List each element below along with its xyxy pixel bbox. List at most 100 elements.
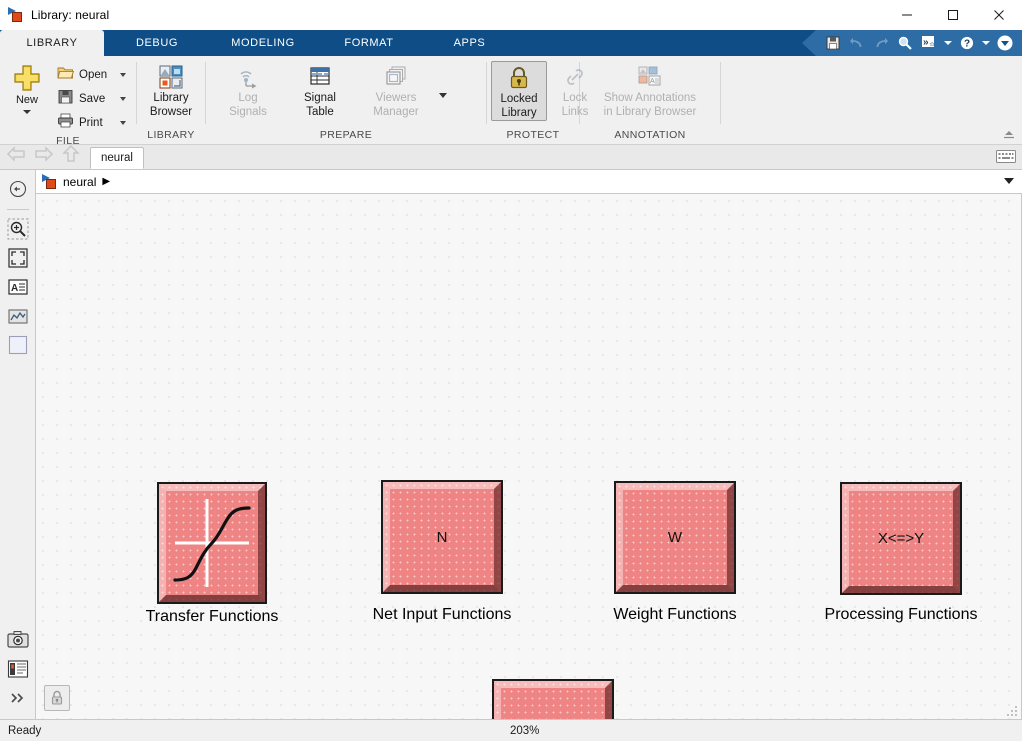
undo-icon (846, 32, 868, 54)
canvas-resize-grip[interactable] (1006, 704, 1018, 716)
search-icon[interactable] (894, 32, 916, 54)
block-control-systems[interactable]: Control Control Systems (492, 679, 614, 719)
show-annotations-label-2: in Library Browser (604, 105, 697, 119)
show-annotations-button: A Show Annotations in Library Browser (585, 61, 715, 119)
report-icon[interactable] (5, 656, 31, 682)
block-inner-label-net-input: N (437, 529, 448, 546)
block-net-input-functions[interactable]: N Net Input Functions (381, 480, 503, 594)
viewers-manager-button: Viewers Manager (356, 61, 436, 119)
tab-format[interactable]: FORMAT (316, 30, 422, 56)
tab-modeling[interactable]: MODELING (210, 30, 316, 56)
annotations-icon: A (635, 63, 665, 91)
tab-library[interactable]: LIBRARY (0, 30, 104, 56)
ribbon-group-annotation-title: ANNOTATION (580, 129, 720, 144)
floppy-save-icon (57, 88, 74, 110)
svg-text:»: » (923, 37, 929, 48)
status-bar: Ready 203% (0, 719, 1022, 741)
ribbon-collapse-button[interactable] (1000, 126, 1018, 142)
snapshot-camera-icon[interactable] (5, 627, 31, 653)
redo-icon (870, 32, 892, 54)
printer-icon (57, 112, 74, 134)
log-signals-label-2: Signals (229, 105, 267, 119)
locked-library-label-1: Locked (500, 92, 537, 106)
maximize-button[interactable] (930, 0, 976, 30)
minimize-button[interactable] (884, 0, 930, 30)
tab-apps[interactable]: APPS (422, 30, 517, 56)
main-area: A (0, 170, 1022, 719)
new-button[interactable]: New (6, 61, 48, 114)
folder-open-icon (57, 64, 74, 86)
help-icon[interactable]: ? (956, 32, 978, 54)
scope-preview-icon[interactable] (5, 303, 31, 329)
simulink-library-icon (42, 174, 58, 190)
ribbon-tab-strip: LIBRARY DEBUG MODELING FORMAT APPS (0, 30, 1022, 56)
print-button[interactable]: Print (54, 111, 132, 135)
keyboard-icon[interactable] (996, 150, 1016, 168)
library-browser-icon (157, 63, 185, 91)
block-caption-weight-functions: Weight Functions (613, 606, 736, 624)
viewers-manager-label-2: Manager (373, 105, 418, 119)
navigation-bar: neural (0, 145, 1022, 170)
block-processing-functions[interactable]: X<=>Y Processing Functions (840, 482, 962, 595)
shortcuts-dropdown-caret[interactable] (942, 32, 954, 54)
block-inner-label-weight: W (668, 529, 682, 546)
nav-forward-button (34, 145, 54, 168)
status-text: Ready (0, 725, 41, 737)
new-plus-icon (12, 64, 42, 92)
tab-debug[interactable]: DEBUG (104, 30, 210, 56)
lock-closed-icon (50, 690, 64, 706)
ribbon-group-prepare: Log Signals (206, 56, 486, 144)
prepare-group-expand-caret[interactable] (436, 65, 450, 125)
save-button-label: Save (79, 93, 105, 105)
lock-closed-icon (507, 64, 531, 92)
signal-table-label-2: Table (306, 105, 334, 119)
block-caption-transfer-functions: Transfer Functions (146, 608, 279, 626)
shortcuts-icon[interactable]: » (918, 32, 940, 54)
breadcrumb-path[interactable]: neural (63, 175, 96, 189)
signal-table-icon (306, 63, 334, 91)
viewers-manager-label-1: Viewers (376, 91, 417, 105)
signal-table-button[interactable]: Signal Table (284, 61, 356, 119)
library-browser-button[interactable]: Library Browser (143, 61, 199, 119)
area-block-icon[interactable] (5, 332, 31, 358)
expand-more-icon[interactable] (5, 685, 31, 711)
save-button[interactable]: Save (54, 87, 132, 111)
ribbon-group-protect: Locked Library Lock Links PROTECT (487, 56, 579, 144)
locked-library-label-2: Library (501, 106, 536, 120)
ribbon-group-file: New Open (0, 56, 136, 144)
title-bar: Library: neural (0, 0, 1022, 30)
breadcrumb-dropdown-caret[interactable] (1004, 178, 1014, 184)
library-canvas[interactable]: Transfer Functions N Net Input Functions… (36, 194, 1022, 719)
open-dropdown-caret[interactable] (116, 73, 130, 77)
canvas-lock-button[interactable] (44, 685, 70, 711)
print-dropdown-caret[interactable] (116, 121, 130, 125)
ribbon-group-annotation: A Show Annotations in Library Browser AN… (580, 56, 720, 144)
close-button[interactable] (976, 0, 1022, 30)
save-icon[interactable] (822, 32, 844, 54)
new-dropdown-caret[interactable] (23, 110, 31, 114)
block-weight-functions[interactable]: W Weight Functions (614, 481, 736, 594)
ribbon-divider (720, 62, 721, 124)
quick-access-toolbar: » ? (802, 30, 1022, 56)
block-caption-processing-functions: Processing Functions (825, 606, 978, 624)
fit-to-view-icon[interactable] (5, 245, 31, 271)
navigate-back-icon[interactable] (5, 176, 31, 202)
document-tab-neural[interactable]: neural (90, 147, 144, 169)
ribbon-group-protect-title: PROTECT (487, 129, 579, 144)
log-signals-button: Log Signals (212, 61, 284, 119)
help-dropdown-caret[interactable] (980, 32, 992, 54)
locked-library-button[interactable]: Locked Library (491, 61, 547, 121)
canvas-column: neural ▶ Transfer Functions (36, 170, 1022, 719)
block-transfer-functions[interactable]: Transfer Functions (157, 482, 267, 604)
svg-text:?: ? (964, 39, 970, 50)
simulink-library-window: Library: neural LIBRARY DEBUG MODELING F… (0, 0, 1022, 741)
toolbar-options-icon[interactable] (994, 32, 1016, 54)
breadcrumb-separator: ▶ (102, 176, 110, 187)
svg-text:A: A (650, 78, 655, 85)
annotation-text-icon[interactable]: A (5, 274, 31, 300)
show-annotations-label-1: Show Annotations (604, 91, 696, 105)
zoom-in-icon[interactable] (5, 216, 31, 242)
save-dropdown-caret[interactable] (116, 97, 130, 101)
open-button[interactable]: Open (54, 63, 132, 87)
simulink-library-icon (8, 7, 24, 23)
